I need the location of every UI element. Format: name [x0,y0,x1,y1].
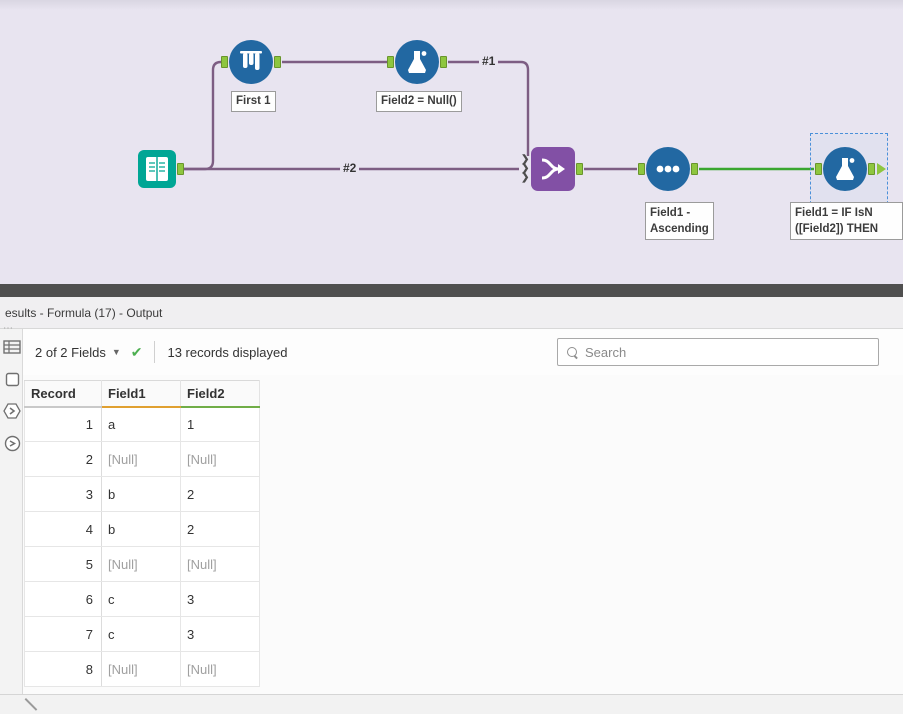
sample-input-anchor[interactable] [221,56,228,68]
sample-tool[interactable] [229,40,273,84]
formula-tool-2[interactable] [823,147,867,191]
data-cell[interactable]: b [101,476,181,512]
data-cell[interactable]: 3 [180,616,260,652]
results-table: Record Field1 Field2 1 a 1 2 [Null] [Null] 3 b 2… [24,380,260,687]
search-input[interactable] [585,344,878,360]
union-tool[interactable] [531,147,575,191]
records-displayed-text: 13 records displayed [167,344,288,360]
sort-label-line2: Ascending [650,223,709,235]
formula2-input-anchor[interactable] [815,163,822,175]
flask-icon [408,51,427,73]
record-cell[interactable]: 1 [24,406,102,442]
table-row[interactable]: 2 [Null] [Null] [24,441,260,477]
sort-label-line1: Field1 - [650,207,691,219]
test-tubes-icon [240,51,262,70]
results-title: esults - Formula (17) - Output [5,305,163,320]
data-cell[interactable]: [Null] [180,546,260,582]
union-input-chevron: ❯ [521,172,530,183]
record-cell[interactable]: 3 [24,476,102,512]
results-title-bar: esults - Formula (17) - Output [0,297,903,329]
record-cell[interactable]: 7 [24,616,102,652]
union-merge-icon [541,158,565,180]
results-toolbar: 2 of 2 Fields ▼ ✔ 13 records displayed [23,329,903,375]
toolbar-separator [154,341,156,363]
input-output-anchor[interactable] [177,163,184,175]
sample-output-anchor[interactable] [274,56,281,68]
table-row[interactable]: 5 [Null] [Null] [24,546,260,582]
wire-label-2: #2 [340,161,360,175]
input-data-tool[interactable] [138,150,176,188]
data-cell[interactable]: [Null] [180,441,260,477]
scroll-corner-mark [24,698,38,711]
table-row[interactable]: 4b2 [24,511,260,547]
data-cell[interactable]: 3 [180,581,260,617]
formula1-output-anchor[interactable] [440,56,447,68]
record-cell[interactable]: 6 [24,581,102,617]
data-cell[interactable]: [Null] [101,546,181,582]
data-cell[interactable]: [Null] [101,651,181,687]
wire-label-1: #1 [479,54,499,68]
record-cell[interactable]: 2 [24,441,102,477]
formula2-label-line1: Field1 = IF IsN [795,207,873,219]
connection-wires [184,60,814,171]
search-box[interactable] [557,338,879,366]
data-cell[interactable]: b [101,511,181,547]
fields-dropdown-label: 2 of 2 Fields [35,344,106,360]
fields-dropdown[interactable]: 2 of 2 Fields ▼ [35,345,121,360]
column-header-field2[interactable]: Field2 [180,380,260,408]
column-header-field1[interactable]: Field1 [101,380,181,408]
search-icon [567,346,578,358]
formula1-tool-label: Field2 = Null() [376,91,462,112]
horizontal-scrollbar[interactable] [0,694,903,714]
record-cell[interactable]: 4 [24,511,102,547]
sort-tool[interactable] [646,147,690,191]
splitter-handle-icon[interactable]: ⋯ [3,323,14,334]
formula-tool-1[interactable] [395,40,439,84]
check-icon[interactable]: ✔ [131,344,143,361]
table-row[interactable]: 7c3 [24,616,260,652]
chevron-down-icon: ▼ [111,347,121,357]
sort-output-anchor[interactable] [691,163,698,175]
wire-input-to-sample[interactable] [184,60,222,171]
data-cell[interactable]: 2 [180,511,260,547]
table-view-icon[interactable] [2,337,22,357]
formula2-output-arrow[interactable] [877,163,886,175]
data-cell[interactable]: 1 [180,406,260,442]
formula2-output-anchor[interactable] [868,163,875,175]
table-row[interactable]: 6c3 [24,581,260,617]
column-header-record[interactable]: Record [24,380,102,408]
book-icon [146,157,168,181]
workflow-canvas[interactable]: #1 #2 First 1 Field2 = Null() ❯ ❯ ❯ Fiel… [0,0,903,284]
data-cell[interactable]: a [101,406,181,442]
table-row[interactable]: 1a1 [24,406,260,442]
hex-arrow-icon[interactable] [2,401,22,421]
sort-input-anchor[interactable] [638,163,645,175]
alteryx-window: #1 #2 First 1 Field2 = Null() ❯ ❯ ❯ Fiel… [0,0,903,714]
circle-info-icon[interactable] [2,433,22,453]
formula1-input-anchor[interactable] [387,56,394,68]
record-cell[interactable]: 8 [24,651,102,687]
data-cell[interactable]: c [101,616,181,652]
flask-icon [836,158,855,180]
results-side-strip: ⋯ [0,323,23,696]
data-cell[interactable]: [Null] [101,441,181,477]
data-cell[interactable]: [Null] [180,651,260,687]
formula2-tool-label: Field1 = IF IsN ([Field2]) THEN [790,202,903,240]
dots-icon [656,165,680,173]
table-row[interactable]: 8 [Null] [Null] [24,651,260,687]
square-view-icon[interactable] [2,369,22,389]
formula2-label-line2: ([Field2]) THEN [795,223,879,235]
record-cell[interactable]: 5 [24,546,102,582]
pane-divider[interactable] [0,284,903,297]
table-header-row: Record Field1 Field2 [24,380,260,408]
table-row[interactable]: 3b2 [24,476,260,512]
sort-tool-label: Field1 - Ascending [645,202,714,240]
data-cell[interactable]: c [101,581,181,617]
data-cell[interactable]: 2 [180,476,260,512]
union-output-anchor[interactable] [576,163,583,175]
sample-tool-label: First 1 [231,91,276,112]
